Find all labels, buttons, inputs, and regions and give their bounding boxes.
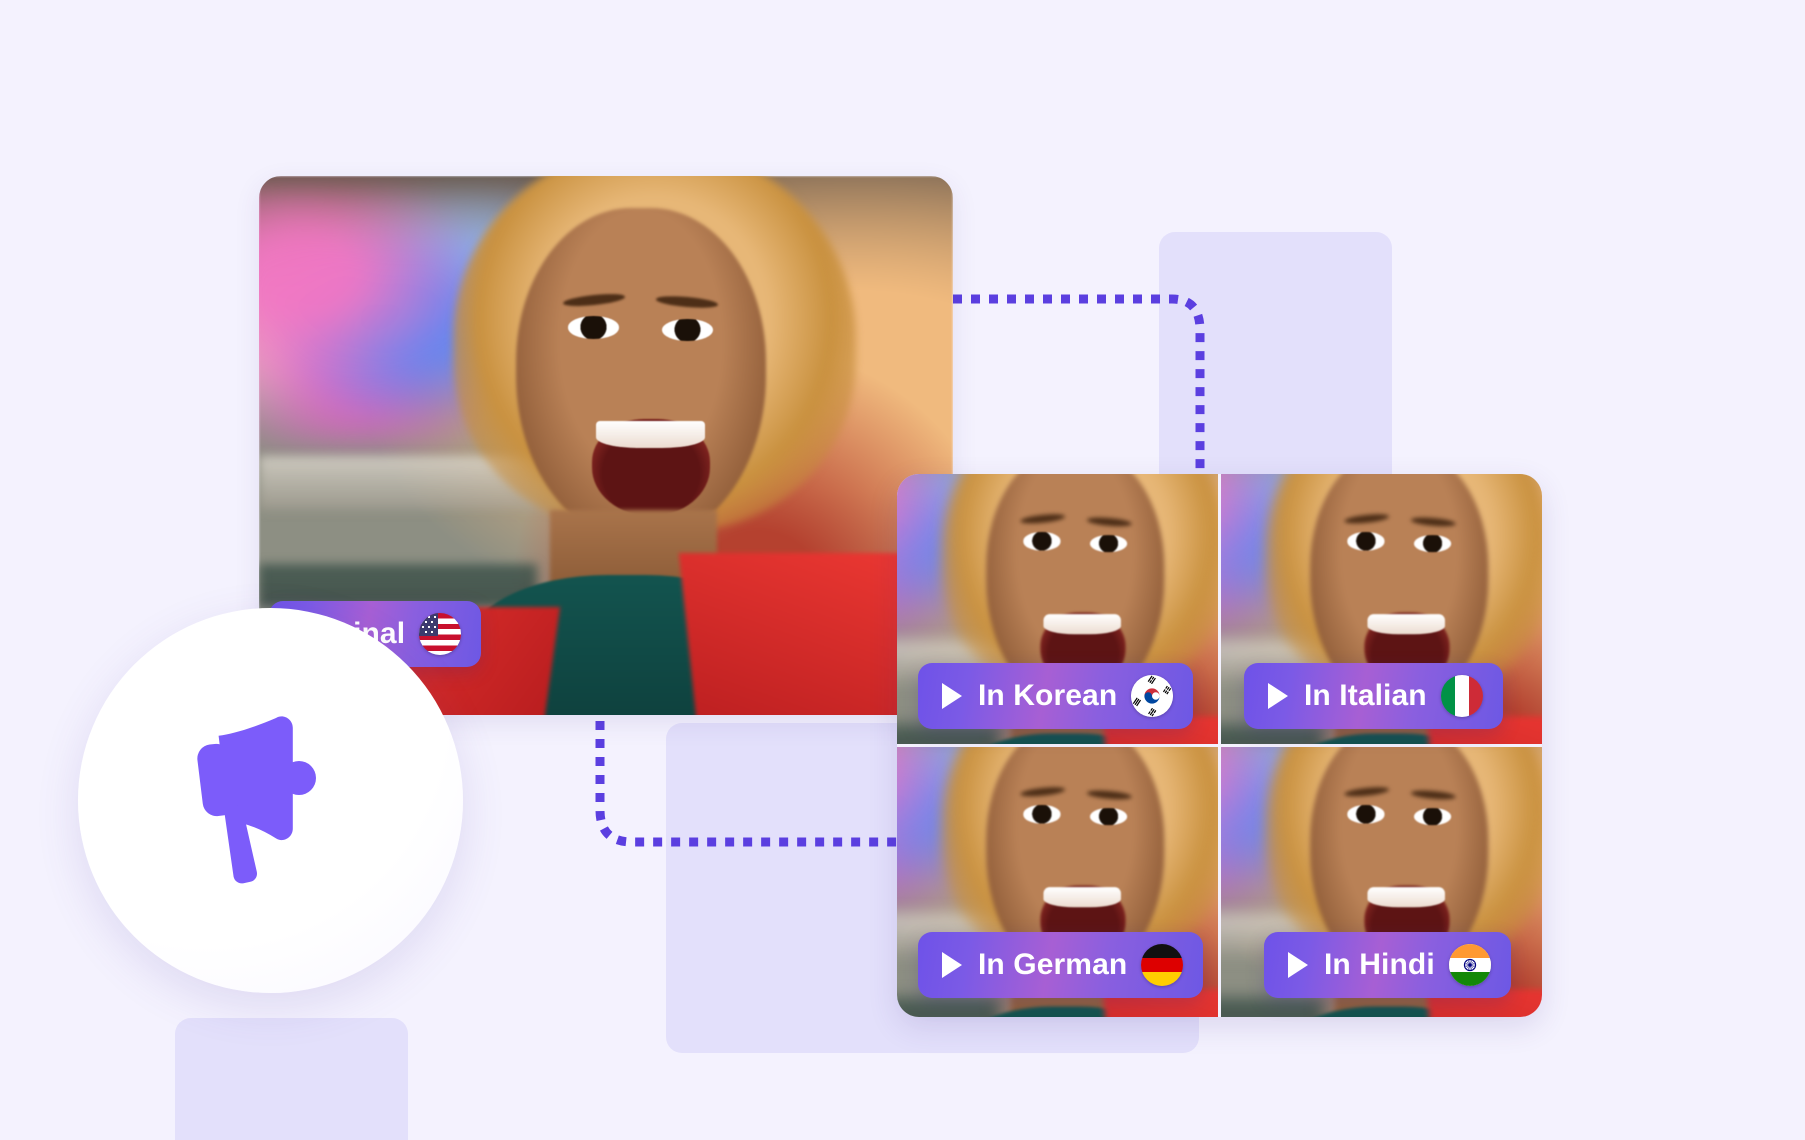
italian-badge-label: In Italian bbox=[1304, 679, 1427, 712]
it-flag-icon bbox=[1440, 675, 1483, 717]
kr-flag-icon bbox=[1131, 675, 1174, 717]
hindi-badge-label: In Hindi bbox=[1324, 948, 1435, 981]
play-icon[interactable] bbox=[1286, 951, 1310, 979]
in-flag-icon bbox=[1448, 944, 1491, 986]
connector-path-bottom bbox=[595, 703, 900, 847]
korean-language-badge[interactable]: In Korean bbox=[918, 663, 1194, 729]
us-flag-icon bbox=[419, 613, 462, 655]
illustration-stage: Original bbox=[0, 0, 1805, 1140]
play-icon[interactable] bbox=[940, 951, 964, 979]
megaphone-badge bbox=[78, 608, 463, 993]
italian-language-badge[interactable]: In Italian bbox=[1244, 663, 1503, 729]
megaphone-icon bbox=[196, 715, 316, 883]
de-flag-icon bbox=[1141, 944, 1184, 986]
korean-badge-label: In Korean bbox=[978, 679, 1118, 712]
german-badge-label: In German bbox=[978, 948, 1128, 981]
hindi-language-badge[interactable]: In Hindi bbox=[1264, 932, 1511, 998]
connector-path-top bbox=[953, 294, 1205, 470]
german-language-badge[interactable]: In German bbox=[918, 932, 1204, 998]
play-icon[interactable] bbox=[1266, 682, 1290, 710]
play-icon[interactable] bbox=[940, 682, 964, 710]
